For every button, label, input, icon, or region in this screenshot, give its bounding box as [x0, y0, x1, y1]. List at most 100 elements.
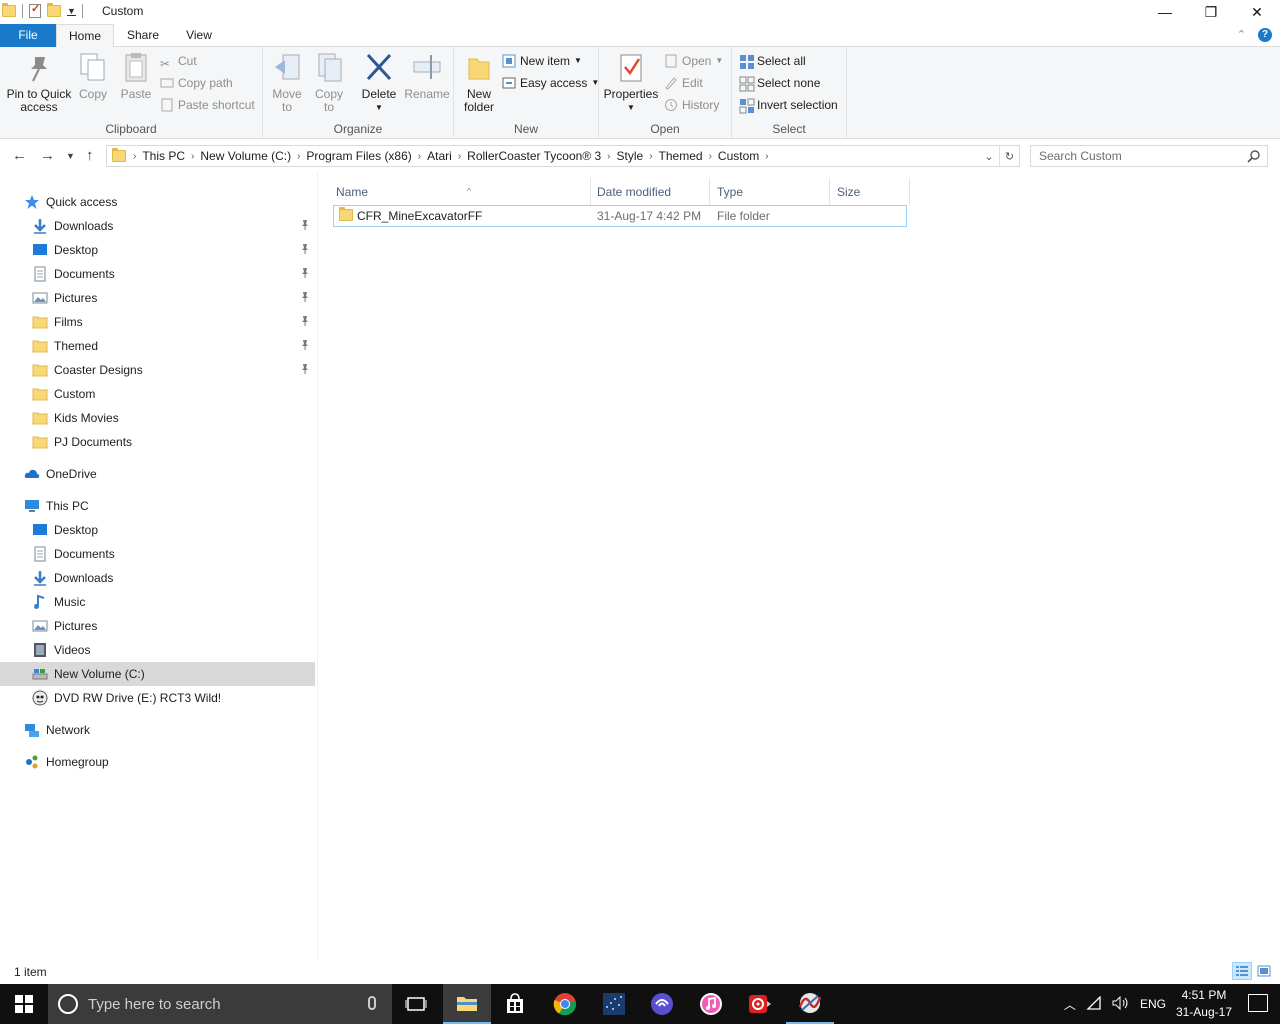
new-folder-icon[interactable]: [47, 3, 61, 17]
new-item-button[interactable]: New item ▼: [502, 51, 582, 71]
breadcrumb-item[interactable]: Custom: [713, 149, 764, 163]
search-input[interactable]: Search Custom: [1030, 145, 1268, 167]
cut-button[interactable]: ✂ Cut: [160, 51, 197, 71]
start-button[interactable]: [0, 984, 48, 1024]
itunes-taskbar-button[interactable]: [687, 984, 735, 1024]
details-view-icon[interactable]: [1232, 962, 1252, 980]
sidebar-item-downloads[interactable]: Downloads: [0, 566, 315, 590]
forward-button[interactable]: →: [40, 147, 55, 164]
up-button[interactable]: ↑: [86, 147, 94, 164]
close-button[interactable]: ✕: [1234, 0, 1280, 24]
sidebar-item-documents[interactable]: Documents: [0, 542, 315, 566]
address-bar[interactable]: › This PC › New Volume (C:) › Program File…: [106, 145, 1020, 167]
show-hidden-icons-icon[interactable]: ︿: [1064, 996, 1076, 1013]
breadcrumb-item[interactable]: Style: [612, 149, 649, 163]
column-header-type[interactable]: Type: [709, 178, 830, 206]
properties-icon[interactable]: [29, 2, 41, 18]
sidebar-item-desktop[interactable]: Desktop: [0, 238, 315, 262]
sidebar-item-desktop[interactable]: Desktop: [0, 518, 315, 542]
sidebar-item-custom[interactable]: Custom: [0, 382, 315, 406]
tab-view[interactable]: View: [172, 24, 226, 47]
sidebar-item-homegroup[interactable]: Homegroup: [0, 750, 315, 774]
tab-file[interactable]: File: [0, 24, 56, 47]
file-row[interactable]: CFR_MineExcavatorFF 31-Aug-17 4:42 PM Fi…: [333, 205, 907, 227]
minimize-button[interactable]: —: [1142, 0, 1188, 24]
store-taskbar-button[interactable]: [491, 984, 539, 1024]
column-header-name[interactable]: Name ^: [328, 178, 591, 206]
edit-button[interactable]: Edit: [664, 73, 703, 93]
sidebar-item-downloads[interactable]: Downloads: [0, 214, 315, 238]
column-header-size[interactable]: Size: [829, 178, 910, 206]
sidebar-item-coaster-designs[interactable]: Coaster Designs: [0, 358, 315, 382]
sidebar-item-kids-movies[interactable]: Kids Movies: [0, 406, 315, 430]
breadcrumb-item[interactable]: This PC: [137, 149, 190, 163]
delete-button[interactable]: Delete ▼: [357, 51, 401, 114]
paste-button[interactable]: Paste: [118, 51, 154, 101]
sidebar-item-network[interactable]: Network: [0, 718, 315, 742]
copy-to-button[interactable]: Copy to: [311, 51, 347, 114]
tab-share[interactable]: Share: [114, 24, 172, 47]
easy-access-button[interactable]: Easy access ▼: [502, 73, 599, 93]
volume-icon[interactable]: [1112, 995, 1130, 1013]
sidebar-item-music[interactable]: Music: [0, 590, 315, 614]
properties-button[interactable]: Properties ▼: [603, 51, 659, 114]
help-icon[interactable]: ?: [1258, 28, 1272, 42]
sidebar-item-films[interactable]: Films: [0, 310, 315, 334]
paste-shortcut-button[interactable]: Paste shortcut: [160, 95, 255, 115]
refresh-icon[interactable]: ↻: [999, 146, 1019, 166]
chrome-taskbar-button[interactable]: [541, 984, 589, 1024]
move-to-button[interactable]: Move to: [269, 51, 305, 114]
clock[interactable]: 4:51 PM 31-Aug-17: [1176, 987, 1232, 1021]
rename-button[interactable]: Rename: [403, 51, 451, 101]
folder-icon: [32, 434, 48, 450]
sidebar-item-new-volume-c[interactable]: New Volume (C:): [0, 662, 315, 686]
collapse-ribbon-icon[interactable]: ⌃: [1237, 28, 1246, 42]
back-button[interactable]: ←: [12, 147, 27, 164]
sidebar-item-quick-access[interactable]: Quick access: [0, 190, 315, 214]
sidebar-item-documents[interactable]: Documents: [0, 262, 315, 286]
media-app-taskbar-button[interactable]: [736, 984, 784, 1024]
sidebar-item-label: Music: [54, 595, 86, 609]
sidebar-item-pj-documents[interactable]: PJ Documents: [0, 430, 315, 454]
sidebar-item-themed[interactable]: Themed: [0, 334, 315, 358]
maximize-button[interactable]: ❐: [1188, 0, 1234, 24]
new-folder-button[interactable]: New folder: [460, 51, 498, 114]
select-label: Select: [772, 122, 806, 136]
breadcrumb-item[interactable]: RollerCoaster Tycoon® 3: [462, 149, 606, 163]
open-button[interactable]: Open ▼: [664, 51, 723, 71]
network-icon[interactable]: [1086, 994, 1102, 1013]
action-center-icon[interactable]: [1248, 994, 1268, 1012]
taskbar-search-input[interactable]: Type here to search: [48, 984, 392, 1024]
sidebar-item-label: Pictures: [54, 619, 98, 633]
copy-path-button[interactable]: Copy path: [160, 73, 233, 93]
rct3-taskbar-button[interactable]: [786, 984, 834, 1024]
sidebar-item-pictures[interactable]: Pictures: [0, 286, 315, 310]
select-none-button[interactable]: Select none: [739, 73, 820, 93]
recent-locations-button[interactable]: ▼: [66, 151, 75, 161]
tab-home[interactable]: Home: [56, 24, 114, 48]
copy-button[interactable]: Copy: [76, 51, 110, 101]
breadcrumb-item[interactable]: Atari: [422, 149, 457, 163]
microphone-icon[interactable]: [368, 996, 376, 1010]
large-icons-view-icon[interactable]: [1254, 962, 1274, 980]
sidebar-item-pictures[interactable]: Pictures: [0, 614, 315, 638]
select-all-button[interactable]: Select all: [739, 51, 806, 71]
history-button[interactable]: History: [664, 95, 719, 115]
sidebar-item-this-pc[interactable]: This PC: [0, 494, 315, 518]
invert-selection-button[interactable]: Invert selection: [739, 95, 838, 115]
address-dropdown-icon[interactable]: ⌄: [979, 146, 999, 166]
customize-toolbar-icon[interactable]: ▼: [67, 6, 76, 16]
file-explorer-taskbar-button[interactable]: [443, 984, 491, 1024]
app-taskbar-button[interactable]: [590, 984, 638, 1024]
breadcrumb-item[interactable]: Themed: [654, 149, 708, 163]
sidebar-item-videos[interactable]: Videos: [0, 638, 315, 662]
breadcrumb-item[interactable]: New Volume (C:): [195, 149, 296, 163]
sidebar-item-onedrive[interactable]: OneDrive: [0, 462, 315, 486]
language-indicator[interactable]: ENG: [1140, 997, 1166, 1011]
column-header-date[interactable]: Date modified: [589, 178, 710, 206]
torrent-taskbar-button[interactable]: [638, 984, 686, 1024]
breadcrumb-item[interactable]: Program Files (x86): [301, 149, 416, 163]
sidebar-item-dvd-rw-drive-e-rct3-wild[interactable]: DVD RW Drive (E:) RCT3 Wild!: [0, 686, 315, 710]
pin-to-quick-access-button[interactable]: Pin to Quick access: [4, 51, 74, 114]
task-view-button[interactable]: [392, 984, 440, 1024]
